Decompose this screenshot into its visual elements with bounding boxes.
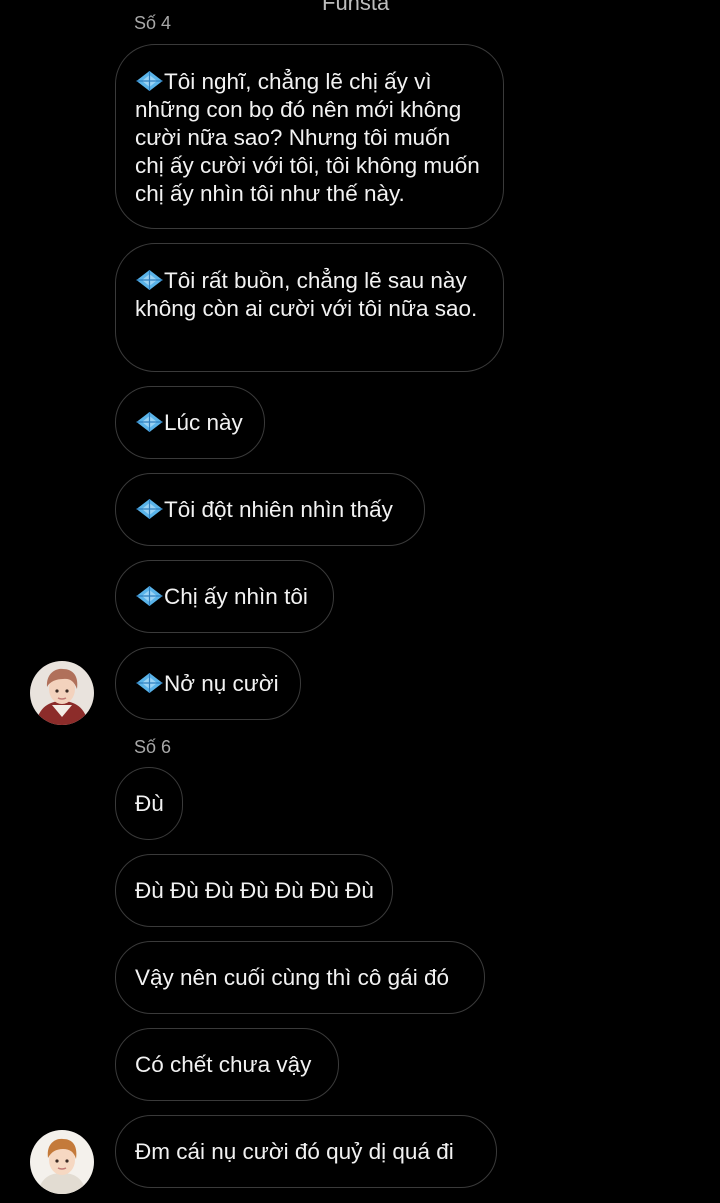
diamond-icon (135, 498, 164, 520)
message-text: Có chết chưa vậy (135, 1051, 312, 1077)
message-bubble[interactable]: Tôi nghĩ, chẳng lẽ chị ấy vì những con b… (115, 44, 504, 229)
message-bubble[interactable]: Lúc này (115, 386, 265, 459)
message-bubble[interactable]: Chị ấy nhìn tôi (115, 560, 334, 633)
message-bubble[interactable]: Đù Đù Đù Đù Đù Đù Đù (115, 854, 393, 927)
diamond-icon (135, 269, 164, 291)
sender-name: Số 4 (134, 13, 172, 33)
diamond-icon (135, 70, 164, 92)
avatar-photo (30, 1130, 94, 1194)
message-text: Nở nụ cười (135, 670, 279, 698)
message-text: Vậy nên cuối cùng thì cô gái đó (135, 964, 449, 990)
message-bubble[interactable]: Đm cái nụ cười đó quỷ dị quá đi (115, 1115, 497, 1188)
message-bubble[interactable]: Đù (115, 767, 183, 840)
message-text: Đù (135, 790, 164, 816)
message-bubble[interactable]: Nở nụ cười (115, 647, 301, 720)
sender-avatar[interactable] (30, 661, 94, 725)
diamond-icon (135, 411, 164, 433)
sender-avatar[interactable] (30, 1130, 94, 1194)
message-text: Đm cái nụ cười đó quỷ dị quá đi (135, 1138, 454, 1164)
message-text: Tôi đột nhiên nhìn thấy (135, 496, 393, 524)
diamond-icon (135, 585, 164, 607)
message-text: Chị ấy nhìn tôi (135, 583, 308, 611)
message-text: Tôi rất buồn, chẳng lẽ sau này không còn… (135, 268, 478, 321)
message-bubble[interactable]: Có chết chưa vậy (115, 1028, 339, 1101)
avatar-photo (30, 661, 94, 725)
chat-title: Funsta (322, 0, 390, 15)
message-text: Lúc này (135, 409, 243, 437)
sender-name: Số 6 (134, 737, 172, 757)
message-bubble[interactable]: Tôi đột nhiên nhìn thấy (115, 473, 425, 546)
message-bubble[interactable]: Tôi rất buồn, chẳng lẽ sau này không còn… (115, 243, 504, 372)
message-text: Đù Đù Đù Đù Đù Đù Đù (135, 877, 374, 903)
message-bubble[interactable]: Vậy nên cuối cùng thì cô gái đó (115, 941, 485, 1014)
diamond-icon (135, 672, 164, 694)
message-text: Tôi nghĩ, chẳng lẽ chị ấy vì những con b… (135, 69, 480, 206)
